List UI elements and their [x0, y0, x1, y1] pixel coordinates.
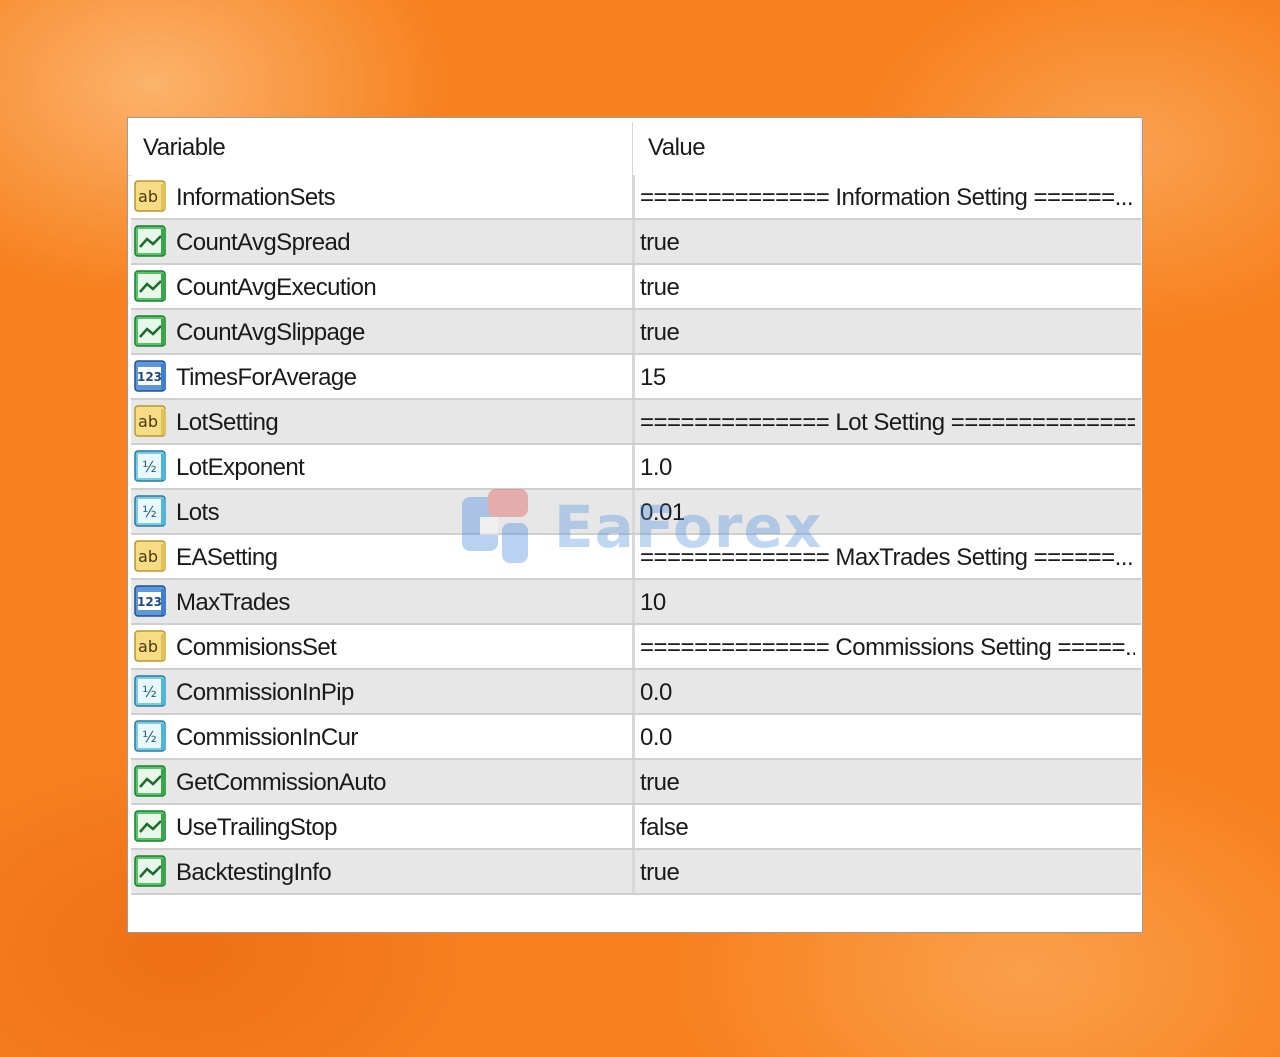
double-half-icon: ½ — [134, 450, 168, 482]
header-divider[interactable] — [632, 122, 633, 175]
string-ab-icon: ab — [134, 630, 168, 662]
double-half-icon: ½ — [134, 720, 168, 752]
table-row[interactable]: 123 MaxTrades 10 — [131, 580, 1141, 625]
table-row[interactable]: ab CommisionsSet ============== Commission… — [131, 625, 1141, 670]
variable-name: CommisionsSet — [176, 634, 337, 661]
table-body: ab InformationSets ============== Informat… — [131, 175, 1141, 895]
svg-text:½: ½ — [142, 728, 157, 746]
table-row[interactable]: 123 TimesForAverage 15 — [131, 355, 1141, 400]
cell-divider — [632, 850, 635, 893]
variable-name: CountAvgSlippage — [176, 319, 365, 346]
svg-text:123: 123 — [137, 370, 162, 384]
bool-chart-icon — [134, 855, 168, 887]
cell-divider — [632, 760, 635, 803]
table-row[interactable]: ½ LotExponent 1.0 — [131, 445, 1141, 490]
variable-value[interactable]: ============== Information Setting =====… — [640, 175, 1135, 218]
cell-divider — [632, 715, 635, 758]
svg-text:ab: ab — [138, 187, 158, 206]
variable-value[interactable]: true — [640, 220, 1135, 263]
variable-name: TimesForAverage — [176, 364, 357, 391]
table-header: Variable Value — [128, 118, 1142, 176]
cell-divider — [632, 580, 635, 623]
table-row[interactable]: BacktestingInfo true — [131, 850, 1141, 895]
bool-chart-icon — [134, 765, 168, 797]
cell-divider — [632, 175, 635, 218]
variable-name: CommissionInCur — [176, 724, 358, 751]
bool-chart-icon — [134, 810, 168, 842]
cell-divider — [632, 670, 635, 713]
variable-value[interactable]: false — [640, 805, 1135, 848]
variable-value[interactable]: 1.0 — [640, 445, 1135, 488]
cell-divider — [632, 220, 635, 263]
variable-value[interactable]: 10 — [640, 580, 1135, 623]
string-ab-icon: ab — [134, 405, 168, 437]
variable-name: CountAvgSpread — [176, 229, 351, 256]
int-123-icon: 123 — [134, 360, 168, 392]
svg-text:½: ½ — [142, 503, 157, 521]
double-half-icon: ½ — [134, 495, 168, 527]
cell-divider — [632, 355, 635, 398]
bool-chart-icon — [134, 315, 168, 347]
bool-chart-icon — [134, 225, 168, 257]
table-row[interactable]: UseTrailingStop false — [131, 805, 1141, 850]
cell-divider — [632, 490, 635, 533]
cell-divider — [632, 310, 635, 353]
variable-name: CommissionInPip — [176, 679, 354, 706]
svg-text:ab: ab — [138, 547, 158, 566]
variable-value[interactable]: ============== Commissions Setting =====… — [640, 625, 1135, 668]
variable-value[interactable]: ============== Lot Setting =============… — [640, 400, 1135, 443]
variable-name: GetCommissionAuto — [176, 769, 386, 796]
variable-value[interactable]: true — [640, 850, 1135, 893]
variable-name: LotExponent — [176, 454, 305, 481]
table-row[interactable]: GetCommissionAuto true — [131, 760, 1141, 805]
variable-value[interactable]: true — [640, 265, 1135, 308]
table-row[interactable]: ½ Lots 0.01 — [131, 490, 1141, 535]
variable-name: UseTrailingStop — [176, 814, 337, 841]
table-row[interactable]: CountAvgExecution true — [131, 265, 1141, 310]
variable-value[interactable]: 0.01 — [640, 490, 1135, 533]
variable-name: LotSetting — [176, 409, 279, 436]
variable-value[interactable]: 15 — [640, 355, 1135, 398]
cell-divider — [632, 625, 635, 668]
value-column-header[interactable]: Value — [648, 118, 706, 175]
table-row[interactable]: ab InformationSets ============== Informat… — [131, 175, 1141, 220]
variable-value[interactable]: true — [640, 760, 1135, 803]
double-half-icon: ½ — [134, 675, 168, 707]
variable-name: BacktestingInfo — [176, 859, 332, 886]
cell-divider — [632, 535, 635, 578]
svg-text:ab: ab — [138, 412, 158, 431]
variable-value[interactable]: 0.0 — [640, 715, 1135, 758]
table-row[interactable]: ½ CommissionInPip 0.0 — [131, 670, 1141, 715]
variable-name: EASetting — [176, 544, 278, 571]
bool-chart-icon — [134, 270, 168, 302]
cell-divider — [632, 265, 635, 308]
variable-column-header[interactable]: Variable — [143, 118, 226, 175]
variable-name: MaxTrades — [176, 589, 290, 616]
svg-text:123: 123 — [137, 595, 162, 609]
svg-text:½: ½ — [142, 458, 157, 476]
variable-value[interactable]: 0.0 — [640, 670, 1135, 713]
variable-value[interactable]: true — [640, 310, 1135, 353]
svg-text:ab: ab — [138, 637, 158, 656]
string-ab-icon: ab — [134, 540, 168, 572]
variable-name: Lots — [176, 499, 220, 526]
inputs-table-panel: Variable Value ab InformationSets ========… — [127, 117, 1143, 933]
string-ab-icon: ab — [134, 180, 168, 212]
cell-divider — [632, 445, 635, 488]
table-row[interactable]: ab EASetting ============== MaxTrades Sett… — [131, 535, 1141, 580]
int-123-icon: 123 — [134, 585, 168, 617]
table-row[interactable]: ½ CommissionInCur 0.0 — [131, 715, 1141, 760]
variable-name: CountAvgExecution — [176, 274, 377, 301]
table-row[interactable]: CountAvgSpread true — [131, 220, 1141, 265]
table-row[interactable]: CountAvgSlippage true — [131, 310, 1141, 355]
cell-divider — [632, 805, 635, 848]
table-row[interactable]: ab LotSetting ============== Lot Setting =… — [131, 400, 1141, 445]
variable-name: InformationSets — [176, 184, 336, 211]
svg-text:½: ½ — [142, 683, 157, 701]
cell-divider — [632, 400, 635, 443]
variable-value[interactable]: ============== MaxTrades Setting ======.… — [640, 535, 1135, 578]
